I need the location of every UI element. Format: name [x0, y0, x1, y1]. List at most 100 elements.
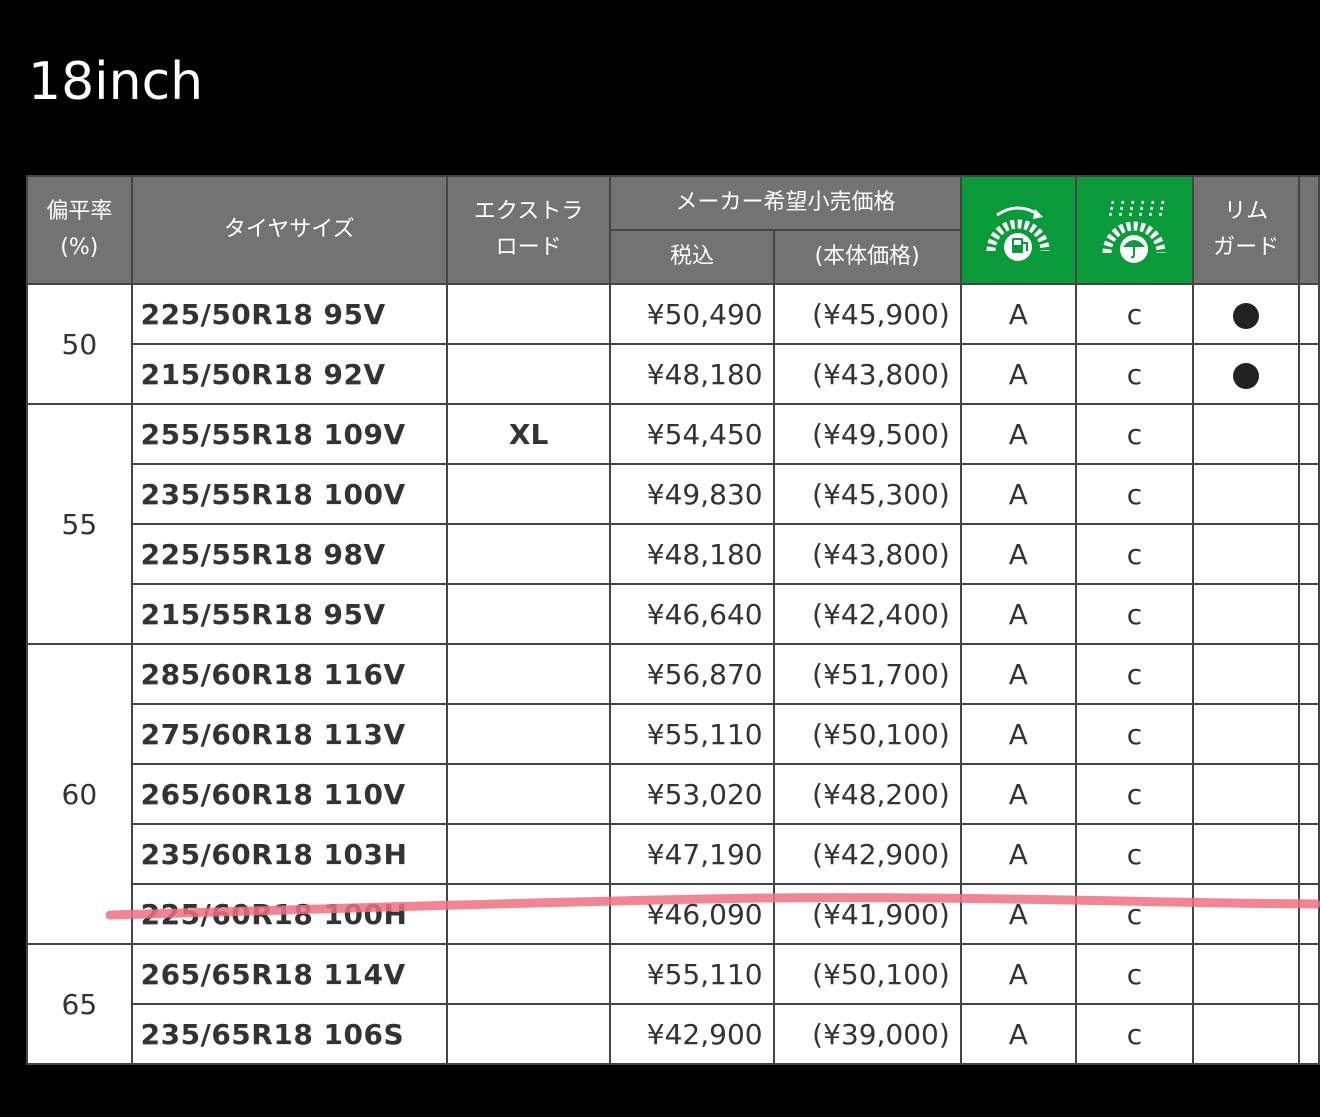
fuel-grade-cell: A [959, 763, 1077, 825]
tire-size-link[interactable]: 265/65R18 114V [130, 943, 448, 1005]
price-base-cell: (¥48,200) [772, 763, 962, 825]
extra-load-cell [445, 523, 612, 585]
fuel-grade-cell: A [959, 403, 1077, 465]
price-base-cell: (¥49,500) [772, 403, 962, 465]
extra-load-cell [445, 463, 612, 525]
price-tax-cell: ¥42,900 [609, 1003, 775, 1065]
tire-size-link[interactable]: 225/55R18 98V [130, 523, 448, 585]
extra-cell [1298, 703, 1320, 765]
fuel-grade-cell: A [959, 523, 1077, 585]
header-wet-grip [1074, 175, 1194, 285]
fuel-grade-cell: A [959, 943, 1077, 1005]
ratio-cell: 50 [26, 283, 133, 405]
extra-cell [1298, 343, 1320, 405]
price-tax-cell: ¥56,870 [609, 643, 775, 705]
header-ratio-line2: (%) [60, 235, 99, 260]
wet-grade-cell: c [1074, 823, 1194, 885]
extra-cell [1298, 403, 1320, 465]
price-tax-cell: ¥53,020 [609, 763, 775, 825]
fuel-grade-cell: A [959, 343, 1077, 405]
extra-cell [1298, 763, 1320, 825]
extra-load-cell: XL [445, 403, 612, 465]
tire-size-link[interactable]: 235/60R18 103H [130, 823, 448, 885]
price-base-cell: (¥45,900) [772, 283, 962, 345]
tire-size-link[interactable]: 225/50R18 95V [130, 283, 448, 345]
price-base-cell: (¥41,900) [772, 883, 962, 945]
extra-load-cell [445, 943, 612, 1005]
rim-guard-cell [1191, 703, 1301, 765]
header-rolling-resistance [959, 175, 1077, 285]
fuel-grade-cell: A [959, 1003, 1077, 1065]
extra-load-cell [445, 283, 612, 345]
wet-grade-cell: c [1074, 403, 1194, 465]
table-row: 235/55R18 100V ¥49,830 (¥45,300) Ac [27, 463, 1320, 525]
extra-cell [1298, 643, 1320, 705]
rim-guard-cell [1191, 283, 1301, 345]
table-row: 65 265/65R18 114V ¥55,110 (¥50,100) Ac [26, 943, 1320, 1065]
price-tax-cell: ¥46,090 [609, 883, 775, 945]
page-title: 18inch [28, 52, 204, 112]
tire-size-link[interactable]: 285/60R18 116V [130, 643, 448, 705]
rim-guard-cell [1191, 643, 1301, 705]
table-row: 275/60R18 113V ¥55,110 (¥50,100) Ac [27, 703, 1320, 765]
table-row: 215/50R18 92V ¥48,180 (¥43,800) Ac [27, 343, 1320, 405]
fuel-grade-cell: A [959, 463, 1077, 525]
price-tax-cell: ¥49,830 [609, 463, 775, 525]
header-extra-col [1298, 175, 1320, 285]
tire-size-link[interactable]: 225/60R18 100H [130, 883, 448, 945]
price-tax-cell: ¥46,640 [609, 583, 775, 645]
extra-load-cell [445, 703, 612, 765]
table-row: 60 285/60R18 116V ¥56,870 (¥51,700) Ac [26, 643, 1320, 945]
rim-guard-cell [1191, 463, 1301, 525]
table-row: 265/60R18 110V ¥53,020 (¥48,200) Ac [27, 763, 1320, 825]
header-rim-guard-line1: リム [1224, 199, 1269, 224]
price-tax-cell: ¥48,180 [609, 343, 775, 405]
tire-size-link[interactable]: 215/55R18 95V [130, 583, 448, 645]
wet-grade-cell: c [1074, 463, 1194, 525]
tire-size-link[interactable]: 255/55R18 109V [130, 403, 448, 465]
extra-load-cell [445, 643, 612, 705]
extra-load-cell [445, 343, 612, 405]
header-ratio-line1: 偏平率 [46, 199, 113, 224]
fuel-grade-cell: A [959, 583, 1077, 645]
tire-size-link[interactable]: 265/60R18 110V [130, 763, 448, 825]
price-base-cell: (¥50,100) [772, 703, 962, 765]
price-base-cell: (¥43,800) [772, 523, 962, 585]
ratio-cell: 55 [26, 403, 133, 645]
fuel-grade-cell: A [959, 283, 1077, 345]
wet-grade-cell: c [1074, 583, 1194, 645]
wet-grade-cell: c [1074, 763, 1194, 825]
table-row: 55 255/55R18 109V XL ¥54,450 (¥49,500) Ac [26, 403, 1320, 645]
table-row: 235/65R18 106S ¥42,900 (¥39,000) Ac [27, 1003, 1320, 1065]
price-base-cell: (¥43,800) [772, 343, 962, 405]
tire-size-table: 偏平率 (%) タイヤサイズ エクストラ ロード メーカー希望小売価格 リム ガ… [26, 175, 1320, 1065]
extra-cell [1298, 523, 1320, 585]
header-price-tax: 税込 [609, 229, 775, 285]
header-rim-guard: リム ガード [1191, 175, 1301, 285]
tire-size-link[interactable]: 275/60R18 113V [130, 703, 448, 765]
rim-guard-cell [1191, 823, 1301, 885]
fuel-grade-cell: A [959, 643, 1077, 705]
wet-grade-cell: c [1074, 883, 1194, 945]
header-ratio: 偏平率 (%) [26, 175, 133, 285]
wet-grip-icon [1102, 200, 1166, 263]
rim-guard-cell [1191, 883, 1301, 945]
price-base-cell: (¥45,300) [772, 463, 962, 525]
fuel-grade-cell: A [959, 823, 1077, 885]
fuel-grade-cell: A [959, 703, 1077, 765]
price-tax-cell: ¥55,110 [609, 943, 775, 1005]
header-rim-guard-line2: ガード [1213, 235, 1280, 260]
tire-size-link[interactable]: 235/55R18 100V [130, 463, 448, 525]
wet-grade-cell: c [1074, 283, 1194, 345]
price-tax-cell: ¥54,450 [609, 403, 775, 465]
header-extra-load-line2: ロード [495, 235, 562, 260]
extra-cell [1298, 463, 1320, 525]
price-base-cell: (¥50,100) [772, 943, 962, 1005]
extra-cell [1298, 283, 1320, 345]
price-tax-cell: ¥47,190 [609, 823, 775, 885]
tire-size-link[interactable]: 215/50R18 92V [130, 343, 448, 405]
tire-size-link[interactable]: 235/65R18 106S [130, 1003, 448, 1065]
wet-grade-cell: c [1074, 643, 1194, 705]
price-tax-cell: ¥48,180 [609, 523, 775, 585]
extra-load-cell [445, 823, 612, 885]
